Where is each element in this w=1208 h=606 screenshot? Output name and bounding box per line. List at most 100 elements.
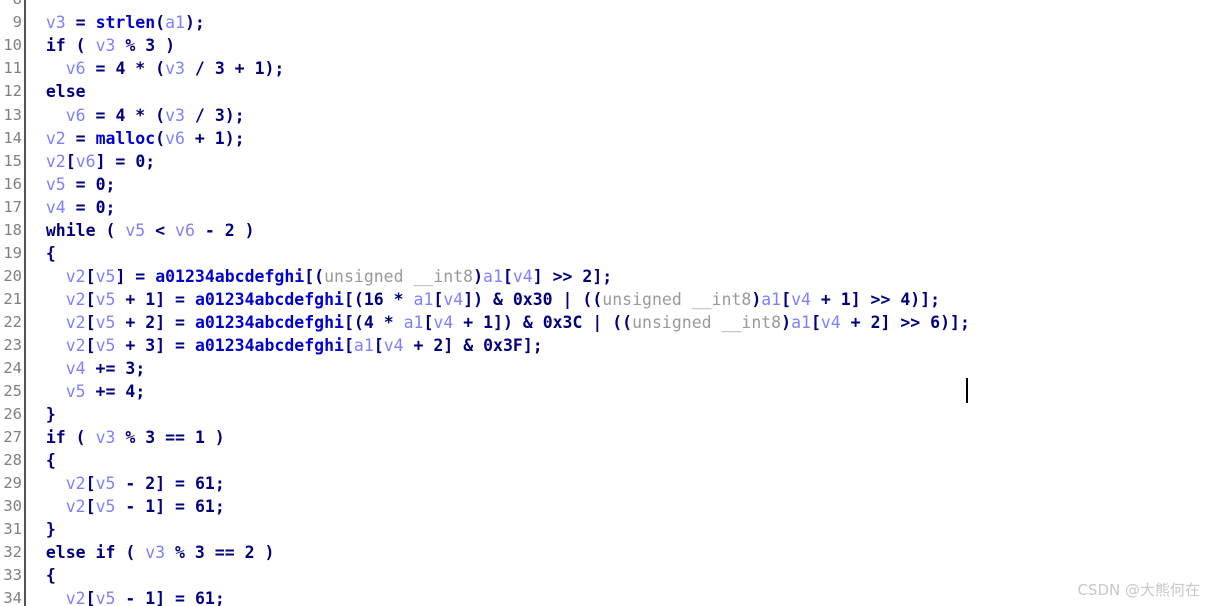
code-token: ==: [204, 543, 245, 562]
line-number[interactable]: 21: [0, 288, 22, 311]
code-line[interactable]: else if ( v3 % 3 == 2 ): [26, 541, 275, 564]
code-token: 3: [194, 543, 205, 562]
code-token: ] &: [443, 336, 484, 355]
code-line[interactable]: v2[v5 + 1] = a01234abcdefghi[(16 * a1[v4…: [26, 288, 940, 311]
line-number[interactable]: 33: [0, 564, 22, 587]
code-token: v3: [165, 59, 185, 78]
line-number[interactable]: 20: [0, 265, 22, 288]
code-token: [: [343, 336, 354, 355]
code-line[interactable]: v2[v5 + 2] = a01234abcdefghi[(4 * a1[v4 …: [26, 311, 970, 334]
code-line[interactable]: v2[v5 + 3] = a01234abcdefghi[a1[v4 + 2] …: [26, 334, 543, 357]
line-number[interactable]: 16: [0, 173, 22, 196]
code-line[interactable]: }: [26, 518, 56, 541]
code-token: v2: [65, 589, 86, 606]
code-token: 3: [145, 428, 156, 447]
line-number[interactable]: 34: [0, 587, 22, 606]
code-token: ];: [522, 336, 543, 355]
code-token: +: [403, 336, 434, 355]
line-number[interactable]: 8: [0, 0, 22, 11]
code-token: v6: [165, 129, 185, 148]
line-number[interactable]: 31: [0, 518, 22, 541]
code-line[interactable]: v2 = malloc(v6 + 1);: [26, 127, 245, 150]
code-token: %: [165, 543, 195, 562]
code-token: v5: [95, 336, 116, 355]
line-number[interactable]: 30: [0, 495, 22, 518]
line-number[interactable]: 22: [0, 311, 22, 334]
code-line[interactable]: }: [26, 403, 56, 426]
line-number[interactable]: 18: [0, 219, 22, 242]
code-token: 6: [930, 313, 941, 332]
code-text-area[interactable]: v3 = strlen(a1); if ( v3 % 3 ) v6 = 4 * …: [26, 0, 1208, 606]
line-number[interactable]: 14: [0, 127, 22, 150]
code-line[interactable]: v2[v5] = a01234abcdefghi[(unsigned __int…: [26, 265, 612, 288]
code-line[interactable]: v5 += 4;: [26, 380, 146, 403]
line-number[interactable]: 10: [0, 34, 22, 57]
code-token: [: [373, 336, 384, 355]
line-number[interactable]: 26: [0, 403, 22, 426]
code-token: a01234abcdefghi: [194, 290, 344, 309]
line-number[interactable]: 32: [0, 541, 22, 564]
code-token: v2: [65, 267, 86, 286]
line-number[interactable]: 11: [0, 57, 22, 80]
code-token: ): [155, 36, 176, 55]
code-line[interactable]: v4 = 0;: [26, 196, 116, 219]
code-line[interactable]: v2[v5 - 1] = 61;: [26, 495, 225, 518]
code-token: ): [204, 428, 225, 447]
code-token: -: [194, 221, 225, 240]
code-token: unsigned __int8: [632, 313, 782, 332]
line-number[interactable]: 27: [0, 426, 22, 449]
line-number[interactable]: 19: [0, 242, 22, 265]
code-line[interactable]: v5 = 0;: [26, 173, 116, 196]
code-token: %: [115, 36, 146, 55]
line-number-gutter[interactable]: 8910111213141516171819202122232425262728…: [0, 0, 26, 606]
code-line[interactable]: if ( v3 % 3 ): [26, 34, 175, 57]
code-token: v3: [165, 106, 185, 125]
code-line[interactable]: {: [26, 242, 56, 265]
code-token: v4: [512, 267, 533, 286]
code-line[interactable]: v3 = strlen(a1);: [26, 11, 205, 34]
code-token: 16: [363, 290, 384, 309]
code-token: );: [184, 13, 205, 32]
code-line[interactable]: {: [26, 449, 56, 472]
code-token: v4: [383, 336, 404, 355]
code-token: v5: [65, 382, 86, 401]
code-line[interactable]: v2[v5 - 1] = 61;: [26, 587, 225, 606]
code-line[interactable]: v2[v5 - 2] = 61;: [26, 472, 225, 495]
code-token: ): [473, 267, 484, 286]
code-line[interactable]: v2[v6] = 0;: [26, 150, 155, 173]
line-number[interactable]: 12: [0, 80, 22, 103]
code-token: 0x3C: [542, 313, 583, 332]
code-token: ]) &: [493, 313, 543, 332]
line-number[interactable]: 24: [0, 357, 22, 380]
line-number[interactable]: 13: [0, 104, 22, 127]
code-token: ==: [155, 428, 195, 447]
code-token: a1: [353, 336, 374, 355]
code-line[interactable]: else: [26, 80, 86, 103]
line-number[interactable]: 29: [0, 472, 22, 495]
code-line[interactable]: v6 = 4 * (v3 / 3);: [26, 104, 245, 127]
code-token: [: [85, 313, 96, 332]
line-number[interactable]: 25: [0, 380, 22, 403]
code-line[interactable]: if ( v3 % 3 == 1 ): [26, 426, 225, 449]
line-number[interactable]: 23: [0, 334, 22, 357]
pseudocode-editor[interactable]: 8910111213141516171819202122232425262728…: [0, 0, 1208, 606]
code-line[interactable]: v6 = 4 * (v3 / 3 + 1);: [26, 57, 285, 80]
code-token: | ((: [582, 313, 633, 332]
line-number[interactable]: 17: [0, 196, 22, 219]
code-line[interactable]: {: [26, 564, 56, 587]
code-token: ] =: [155, 290, 195, 309]
line-number[interactable]: 28: [0, 449, 22, 472]
code-token: 3: [125, 359, 136, 378]
code-line[interactable]: while ( v5 < v6 - 2 ): [26, 219, 255, 242]
line-number[interactable]: 9: [0, 11, 22, 34]
code-line[interactable]: v4 += 3;: [26, 357, 146, 380]
line-number[interactable]: 15: [0, 150, 22, 173]
code-token: {: [26, 244, 56, 263]
code-token: v5: [95, 313, 116, 332]
code-token: [(: [304, 267, 325, 286]
